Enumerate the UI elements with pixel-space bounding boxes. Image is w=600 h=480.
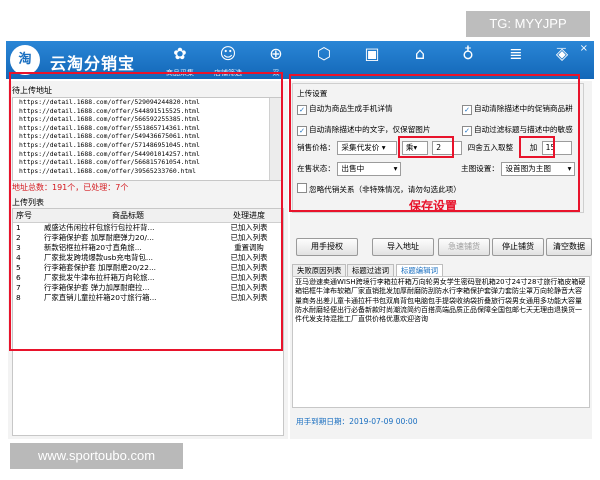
cart-plus-icon[interactable]: ⊕: [266, 44, 286, 64]
start-upload-button[interactable]: 急速铺货: [438, 238, 490, 256]
app-logo: 淘: [10, 45, 40, 75]
highlight-multiplier: [398, 136, 454, 158]
window-controls: — ×: [546, 43, 588, 54]
minimize-button[interactable]: —: [556, 43, 566, 54]
emoji-icon[interactable]: ☺: [218, 44, 238, 64]
watermark-bottom: www.sportoubo.com: [10, 443, 183, 469]
watermark-top: TG: MYYJPP: [466, 11, 590, 37]
expiry-date: 用手到期日期：2019-07-09 00:00: [296, 417, 418, 426]
highlight-add: [519, 136, 555, 158]
highlight-left: [9, 72, 283, 351]
butterfly-icon[interactable]: ✿: [170, 44, 190, 64]
import-address-button[interactable]: 导入地址: [372, 238, 434, 256]
document-icon[interactable]: ≣: [506, 44, 526, 64]
home-icon[interactable]: ⌂: [410, 44, 430, 64]
app-title: 云淘分销宝: [50, 54, 136, 73]
stop-upload-button[interactable]: 停止铺货: [492, 238, 544, 256]
box-icon[interactable]: ▣: [362, 44, 382, 64]
keyword-editor[interactable]: 亚马逊速卖通WISH跨境行李箱拉杆箱万向轮男女学生密码登机箱20寸24寸28寸旅…: [292, 276, 590, 408]
authorize-button[interactable]: 用手授权: [296, 238, 358, 256]
close-button[interactable]: ×: [580, 43, 588, 54]
clear-data-button[interactable]: 清空数据: [546, 238, 592, 256]
cube-icon[interactable]: ⬡: [314, 44, 334, 64]
keyword-text: 亚马逊速卖通WISH跨境行李箱拉杆箱万向轮男女学生密码登机箱20寸24寸28寸旅…: [295, 278, 586, 324]
bulb-icon[interactable]: ♁: [458, 44, 478, 64]
